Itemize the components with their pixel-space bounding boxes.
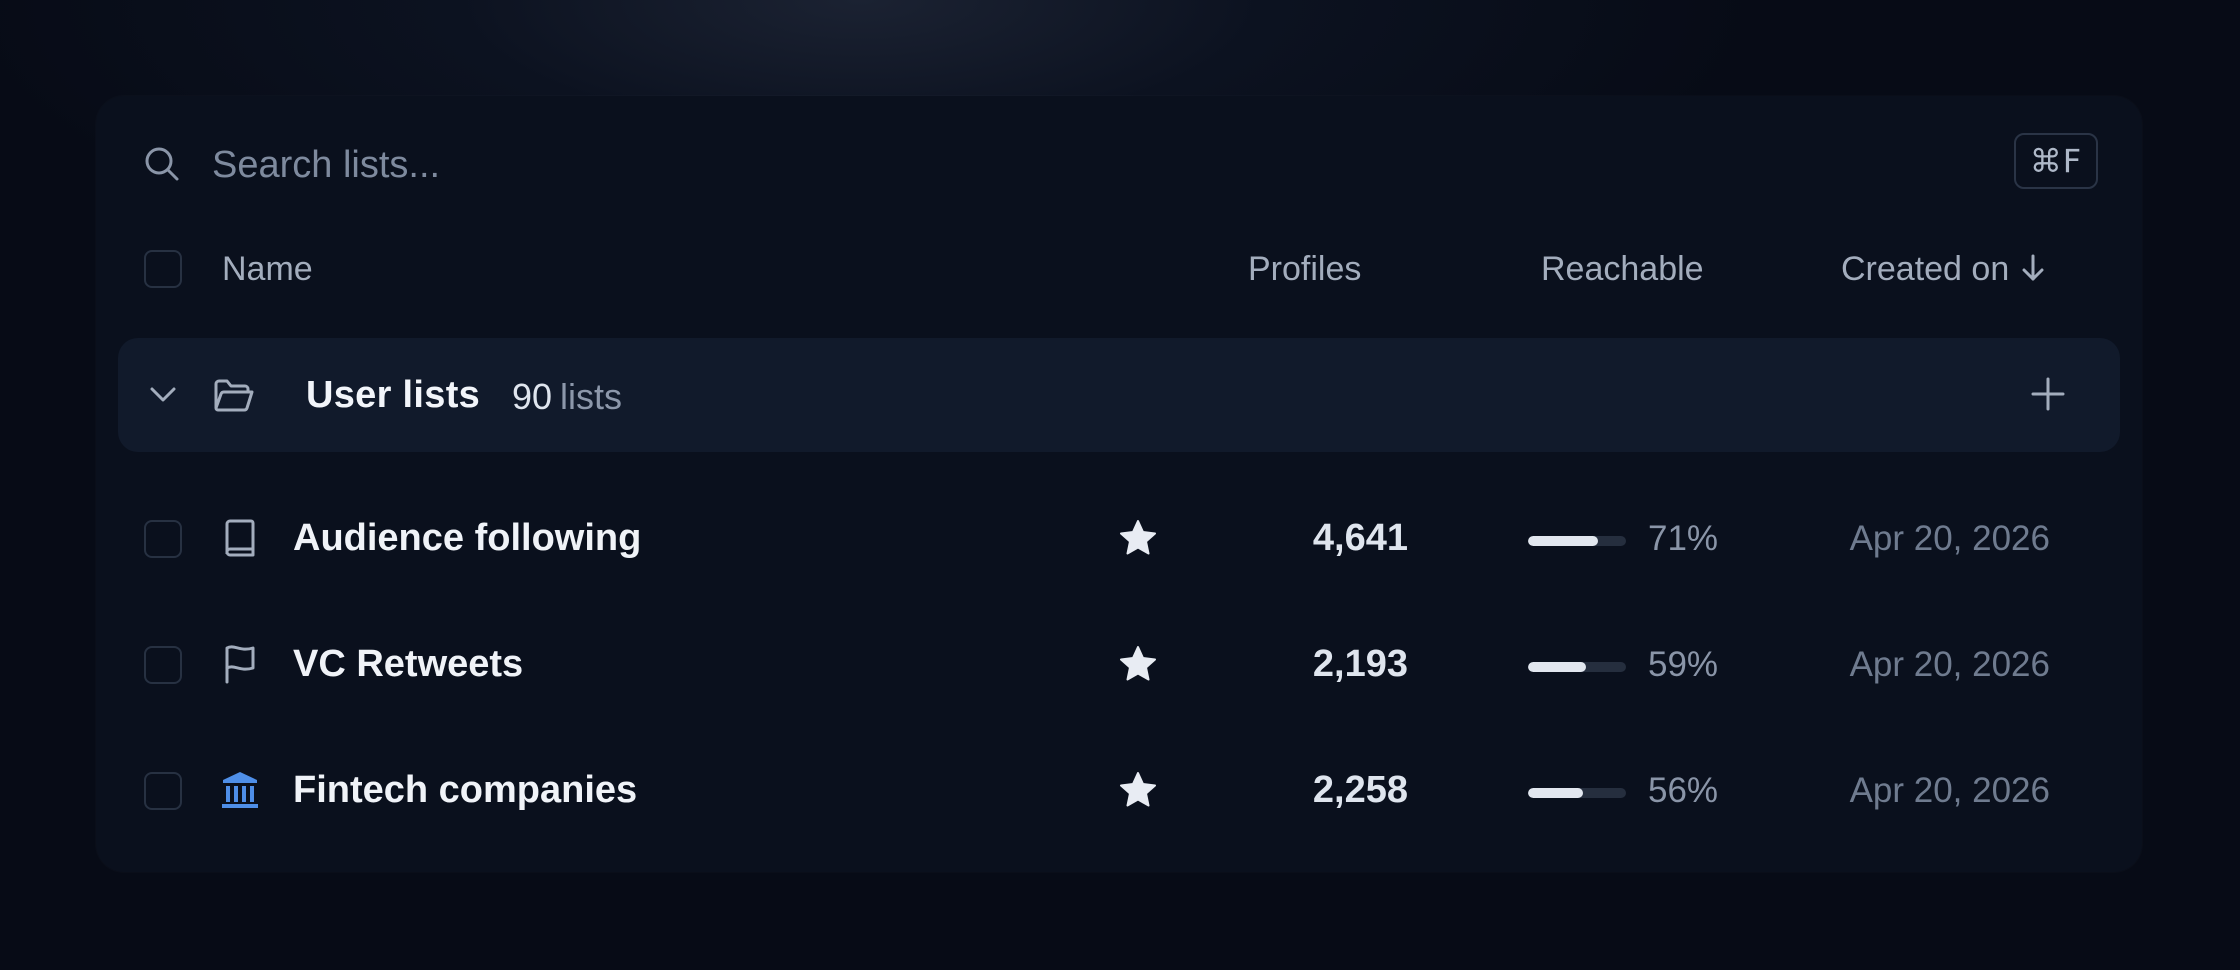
profiles-count: 2,193 [1312, 643, 1408, 685]
reachable-bar-fill [1528, 662, 1586, 672]
group-title: User lists [306, 374, 481, 416]
select-all-checkbox[interactable] [144, 250, 182, 288]
search-input[interactable] [210, 132, 1814, 198]
column-header-created-on[interactable]: Created on [1841, 250, 2047, 289]
reachable-percent: 71% [1648, 519, 1719, 558]
search-shortcut-badge: ⌘F [2014, 133, 2098, 189]
flag-icon [225, 645, 255, 684]
group-count: 90 lists [512, 376, 622, 418]
reachable-bar-fill [1528, 536, 1598, 546]
group-count-unit: lists [560, 376, 623, 417]
search-icon [145, 147, 179, 181]
lists-panel: ⌘F Name Profiles Reachable Created on Us… [96, 96, 2142, 872]
created-on-date: Apr 20, 2026 [1849, 645, 2050, 684]
group-row-user-lists[interactable]: User lists 90 lists [118, 338, 2120, 452]
table-row[interactable]: Audience following 4,641 71% Apr 20, 202… [96, 476, 2142, 602]
plus-icon[interactable] [2028, 374, 2068, 414]
book-icon [225, 519, 255, 557]
table-row[interactable]: Fintech companies 2,258 56% Apr 20, 2026 [96, 728, 2142, 854]
star-icon[interactable] [1118, 644, 1158, 684]
column-header-profiles[interactable]: Profiles [1248, 250, 1361, 289]
folder-open-icon [214, 379, 254, 412]
reachable-bar [1528, 536, 1626, 546]
chevron-down-icon[interactable] [146, 382, 180, 408]
table-header: Name Profiles Reachable Created on [96, 230, 2142, 310]
star-icon[interactable] [1118, 518, 1158, 558]
column-header-reachable[interactable]: Reachable [1541, 250, 1704, 289]
reachable-percent: 59% [1648, 645, 1719, 684]
created-on-date: Apr 20, 2026 [1849, 771, 2050, 810]
reachable-bar [1528, 788, 1626, 798]
row-checkbox[interactable] [144, 646, 182, 684]
row-checkbox[interactable] [144, 772, 182, 810]
reachable-bar [1528, 662, 1626, 672]
group-count-number: 90 [512, 376, 553, 417]
list-name[interactable]: Fintech companies [293, 769, 637, 812]
search-bar: ⌘F [96, 96, 2142, 230]
row-checkbox[interactable] [144, 520, 182, 558]
reachable-bar-fill [1528, 788, 1583, 798]
column-header-created-on-label: Created on [1841, 250, 2010, 288]
list-name[interactable]: VC Retweets [293, 643, 523, 686]
arrow-down-icon [2022, 254, 2044, 281]
list-name[interactable]: Audience following [293, 517, 641, 560]
star-icon[interactable] [1118, 770, 1158, 810]
reachable-percent: 56% [1648, 771, 1719, 810]
column-header-name[interactable]: Name [222, 250, 313, 289]
created-on-date: Apr 20, 2026 [1849, 519, 2050, 558]
profiles-count: 4,641 [1312, 517, 1408, 559]
bank-icon [222, 772, 258, 808]
table-row[interactable]: VC Retweets 2,193 59% Apr 20, 2026 [96, 602, 2142, 728]
profiles-count: 2,258 [1312, 769, 1408, 811]
